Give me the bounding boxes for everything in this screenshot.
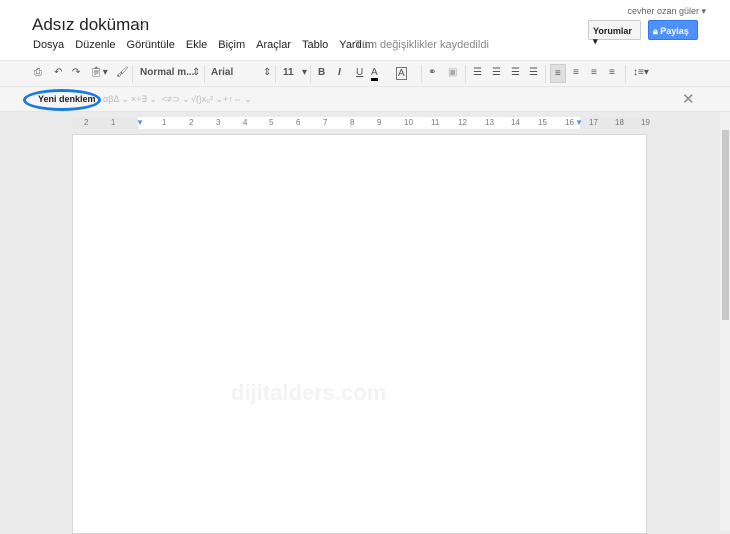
menu-file[interactable]: Dosya (33, 39, 64, 51)
font-chevron-icon[interactable]: ⇕ (263, 67, 271, 78)
share-label: Paylaş (660, 26, 689, 36)
ruler-label: 7 (323, 118, 328, 127)
justify-icon[interactable]: ≡ (609, 67, 615, 78)
new-equation-button[interactable]: Yeni denklem (38, 94, 96, 104)
bold-button[interactable]: B (318, 67, 325, 78)
size-chevron-icon[interactable]: ▾ (302, 67, 307, 78)
ruler-label: 2 (189, 118, 194, 127)
ruler-label: 1 (162, 118, 167, 127)
ruler-label: 3 (216, 118, 221, 127)
right-indent-marker[interactable]: ▼ (575, 118, 583, 127)
font-select[interactable]: Arial (211, 67, 233, 78)
equation-toolbar: Yeni denklem αβΔ ⌄ ×÷∃ ⌄ <≠⊃ ⌄ √()x₀² ⌄ … (0, 87, 730, 112)
arrows-menu[interactable]: +↑⇔ ⌄ (223, 94, 252, 105)
increase-indent-icon[interactable]: ☰ (529, 67, 538, 78)
menu-format[interactable]: Biçim (218, 39, 245, 51)
left-indent-marker[interactable]: ▼ (136, 118, 144, 127)
ruler-label: 19 (641, 118, 650, 127)
menu-tools[interactable]: Araçlar (256, 39, 291, 51)
ruler-label: 17 (589, 118, 598, 127)
ruler-label: 8 (350, 118, 355, 127)
align-right-icon[interactable]: ≡ (591, 67, 597, 78)
style-chevron-icon[interactable]: ⇕ (192, 67, 200, 78)
menu-insert[interactable]: Ekle (186, 39, 207, 51)
misc-operations-menu[interactable]: ×÷∃ ⌄ (131, 94, 157, 105)
italic-button[interactable]: I (338, 67, 341, 78)
style-select[interactable]: Normal m... (140, 67, 194, 78)
ruler[interactable]: ▼ ▼ 2 1 1 2 3 4 5 6 7 8 9 10 11 12 13 14 15 16 17 18 19 (72, 117, 650, 129)
ruler-label: 11 (431, 118, 440, 127)
line-spacing-icon[interactable]: ↕≡▾ (633, 67, 649, 78)
numbered-list-icon[interactable]: ☰ (473, 67, 482, 78)
scrollbar-thumb[interactable] (722, 130, 729, 320)
ruler-label: 14 (511, 118, 520, 127)
document-title[interactable]: Adsız doküman (32, 15, 149, 35)
close-equation-bar-button[interactable]: ✕ (682, 90, 695, 108)
math-operators-menu[interactable]: √()x₀² ⌄ (191, 94, 223, 105)
ruler-label: 13 (485, 118, 494, 127)
toolbar: ⎙ ↶ ↷ 📋︎▾ 🖌︎ Normal m... ⇕ Arial ⇕ 11 ▾ … (0, 60, 730, 87)
ruler-label: 2 (84, 118, 89, 127)
star-icon[interactable]: ☆ (135, 14, 148, 32)
paste-icon[interactable]: 📋︎▾ (90, 67, 108, 78)
save-status: Tüm değişiklikler kaydedildi (355, 39, 489, 51)
image-icon[interactable]: ▣ (448, 67, 457, 78)
relations-menu[interactable]: <≠⊃ ⌄ (162, 94, 190, 105)
highlight-button[interactable]: A (396, 67, 407, 80)
ruler-label: 10 (404, 118, 413, 127)
menu-table[interactable]: Tablo (302, 39, 328, 51)
underline-button[interactable]: U (356, 67, 363, 78)
print-icon[interactable]: ⎙ (34, 67, 42, 78)
menu-view[interactable]: Görüntüle (127, 39, 175, 51)
comments-button[interactable]: Yorumlar ▾ (588, 20, 641, 46)
redo-icon[interactable]: ↷ (72, 67, 80, 78)
menu-bar: Dosya Düzenle Görüntüle Ekle Biçim Araçl… (33, 39, 385, 51)
ruler-label: 12 (458, 118, 467, 127)
ruler-label: 1 (111, 118, 116, 127)
ruler-label: 15 (538, 118, 547, 127)
greek-letters-menu[interactable]: αβΔ ⌄ (103, 94, 129, 105)
share-button[interactable]: 🔒︎ Paylaş (648, 20, 698, 40)
bulleted-list-icon[interactable]: ☰ (492, 67, 501, 78)
ruler-label: 4 (243, 118, 248, 127)
align-center-icon[interactable]: ≡ (573, 67, 579, 78)
undo-icon[interactable]: ↶ (54, 67, 62, 78)
menu-edit[interactable]: Düzenle (75, 39, 115, 51)
ruler-label: 16 (565, 118, 574, 127)
align-left-button[interactable]: ≡ (550, 64, 566, 83)
ruler-label: 6 (296, 118, 301, 127)
link-icon[interactable]: ⚭ (428, 67, 436, 78)
ruler-label: 18 (615, 118, 624, 127)
watermark: dijitalders.com (231, 380, 387, 405)
size-select[interactable]: 11 (283, 67, 294, 78)
paint-format-icon[interactable]: 🖌︎ (116, 67, 129, 78)
header: Adsız doküman ☆ Dosya Düzenle Görüntüle … (0, 0, 730, 60)
user-account[interactable]: cevher ozan güler ▾ (627, 6, 706, 17)
ruler-label: 9 (377, 118, 382, 127)
decrease-indent-icon[interactable]: ☰ (511, 67, 520, 78)
document-page[interactable]: dijitalders.com (72, 134, 647, 534)
scrollbar[interactable] (720, 112, 730, 531)
text-color-button[interactable]: A (371, 67, 378, 81)
ruler-label: 5 (269, 118, 274, 127)
